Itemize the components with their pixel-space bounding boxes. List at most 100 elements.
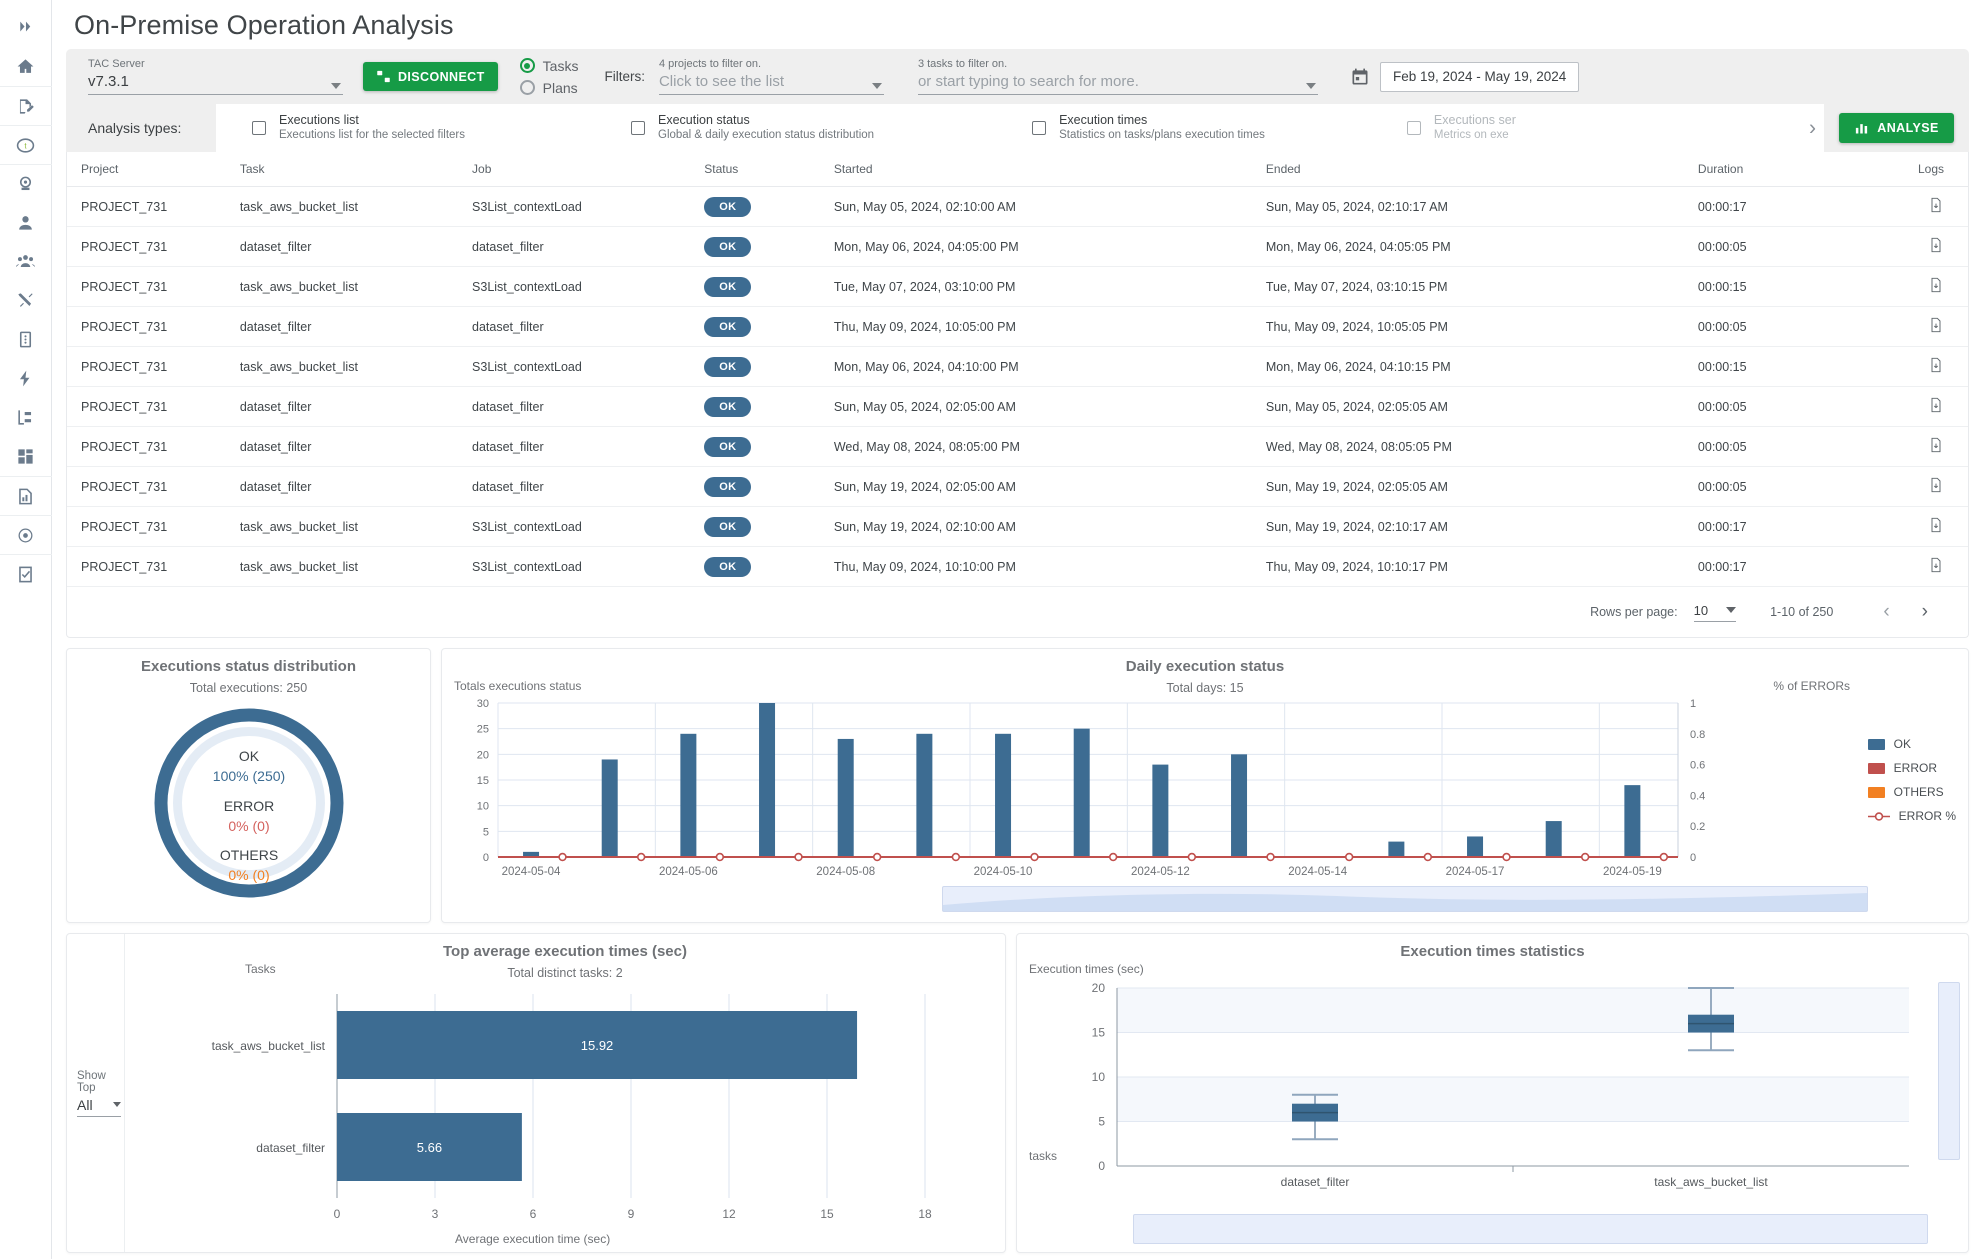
legend-swatch-ok: [1867, 738, 1885, 750]
cell-logs[interactable]: [1870, 346, 1968, 387]
analysis-card-executions-list[interactable]: Executions list Executions list for the …: [252, 113, 465, 143]
table-row[interactable]: PROJECT_731 task_aws_bucket_list S3List_co…: [67, 506, 1968, 547]
edit-document-icon[interactable]: [0, 86, 52, 125]
chevron-right-icon[interactable]: ›: [1809, 118, 1816, 139]
checkbox-execution-status[interactable]: [631, 121, 645, 135]
tac-server-input[interactable]: [88, 72, 343, 95]
target-gear-icon[interactable]: [0, 515, 52, 554]
download-log-icon[interactable]: [1928, 477, 1944, 497]
show-top-select[interactable]: All: [77, 1097, 121, 1117]
tasks-filter-field[interactable]: 3 tasks to filter on.: [917, 58, 1318, 95]
download-log-icon[interactable]: [1928, 517, 1944, 537]
users-group-icon[interactable]: [0, 242, 52, 281]
table-row[interactable]: PROJECT_731 dataset_filter dataset_filter O…: [67, 466, 1968, 507]
analysis-card-execution-status[interactable]: Execution status Global & daily executio…: [631, 113, 874, 143]
chevron-down-icon[interactable]: [1726, 607, 1737, 613]
cell-started: Wed, May 08, 2024, 08:05:00 PM: [833, 426, 1266, 467]
table-row[interactable]: PROJECT_731 task_aws_bucket_list S3List_co…: [67, 186, 1968, 227]
legend-item-others[interactable]: OTHERS: [1867, 785, 1956, 799]
hierarchy-icon[interactable]: [0, 398, 52, 437]
chevron-down-icon[interactable]: [331, 83, 341, 89]
stats-vertical-scrollbar[interactable]: [1938, 982, 1960, 1160]
status-badge: OK: [704, 516, 752, 537]
stats-horizontal-scrollbar[interactable]: [1133, 1214, 1928, 1244]
svg-text:5: 5: [483, 826, 489, 838]
download-log-icon[interactable]: [1928, 397, 1944, 417]
legend-item-ok[interactable]: OK: [1867, 737, 1956, 751]
checkbox-executions-series[interactable]: [1406, 121, 1421, 135]
cell-started: Sun, May 19, 2024, 02:10:00 AM: [833, 506, 1266, 547]
cell-logs[interactable]: [1870, 426, 1968, 467]
expand-icon[interactable]: [0, 8, 52, 47]
table-body: PROJECT_731 task_aws_bucket_list S3List_co…: [67, 186, 1968, 587]
chevron-down-icon[interactable]: [1305, 83, 1316, 89]
date-range-value[interactable]: Feb 19, 2024 - May 19, 2024: [1379, 61, 1580, 92]
table-row[interactable]: PROJECT_731 dataset_filter dataset_filter O…: [67, 306, 1968, 347]
table-row[interactable]: PROJECT_731 task_aws_bucket_list S3List_co…: [67, 546, 1968, 587]
cell-logs[interactable]: [1870, 546, 1968, 587]
analysis-card-executions-series[interactable]: Executions ser Metrics on exe: [1406, 113, 1516, 143]
home-icon[interactable]: [0, 47, 52, 86]
next-page-button[interactable]: ›: [1906, 601, 1944, 623]
daily-chart-scrollbar[interactable]: [942, 886, 1868, 912]
svg-text:10: 10: [477, 801, 489, 813]
radio-plans[interactable]: Plans: [519, 80, 579, 96]
analysis-card-execution-times[interactable]: Execution times Statistics on tasks/plan…: [1032, 113, 1265, 143]
disconnect-button[interactable]: DISCONNECT: [363, 62, 498, 91]
bolt-icon[interactable]: [0, 359, 52, 398]
svg-text:2024-05-19: 2024-05-19: [1603, 866, 1662, 878]
user-icon[interactable]: [0, 203, 52, 242]
radio-tasks-dot[interactable]: [519, 58, 535, 73]
download-log-icon[interactable]: [1928, 317, 1944, 337]
download-log-icon[interactable]: [1928, 557, 1944, 577]
daily-title: Daily execution status: [1125, 658, 1285, 675]
download-log-icon[interactable]: [1928, 357, 1944, 377]
checkbox-execution-times[interactable]: [1032, 121, 1047, 135]
legend-item-error[interactable]: ERROR: [1867, 761, 1956, 775]
date-range-field[interactable]: Feb 19, 2024 - May 19, 2024: [1350, 61, 1580, 92]
cell-logs[interactable]: [1870, 306, 1968, 347]
chevron-down-icon[interactable]: [871, 83, 882, 89]
svg-text:15: 15: [820, 1207, 834, 1221]
download-log-icon[interactable]: [1928, 197, 1944, 217]
cell-logs[interactable]: [1870, 186, 1968, 227]
badge-icon[interactable]: [0, 164, 52, 203]
daily-y2-axis-label: % of ERRORs: [1773, 679, 1850, 693]
legend-item-error-pct[interactable]: ERROR %: [1867, 809, 1956, 823]
radio-plans-dot[interactable]: [519, 80, 535, 95]
checklist-icon[interactable]: [0, 554, 52, 593]
cell-ended: Thu, May 09, 2024, 10:05:05 PM: [1265, 306, 1698, 347]
dashboard-grid-icon[interactable]: [0, 437, 52, 476]
charts-row: Executions status distribution Total exe…: [66, 648, 1969, 923]
table-row[interactable]: PROJECT_731 task_aws_bucket_list S3List_co…: [67, 266, 1968, 307]
checkbox-executions-list[interactable]: [252, 121, 266, 135]
cell-logs[interactable]: [1870, 506, 1968, 547]
cell-logs[interactable]: [1870, 386, 1968, 427]
show-top-control[interactable]: Show Top All: [67, 934, 125, 1252]
cell-logs[interactable]: [1870, 266, 1968, 307]
tasks-filter-input[interactable]: [917, 72, 1318, 95]
projects-filter-field[interactable]: 4 projects to filter on.: [658, 58, 884, 95]
cell-logs[interactable]: [1870, 226, 1968, 267]
rows-per-page-select[interactable]: 10: [1693, 603, 1737, 622]
tools-icon[interactable]: [0, 281, 52, 320]
prev-page-button[interactable]: ‹: [1867, 601, 1905, 623]
download-log-icon[interactable]: [1928, 237, 1944, 257]
download-log-icon[interactable]: [1928, 277, 1944, 297]
report-chart-icon[interactable]: [0, 476, 52, 515]
calendar-icon[interactable]: [1350, 67, 1370, 87]
cell-logs[interactable]: [1870, 466, 1968, 507]
projects-filter-input[interactable]: [658, 72, 884, 95]
table-row[interactable]: PROJECT_731 dataset_filter dataset_filter O…: [67, 226, 1968, 267]
server-icon[interactable]: [0, 320, 52, 359]
table-row[interactable]: PROJECT_731 task_aws_bucket_list S3List_co…: [67, 346, 1968, 387]
talend-logo-icon[interactable]: t: [0, 125, 52, 164]
chevron-down-icon[interactable]: [113, 1102, 121, 1107]
tac-server-field[interactable]: TAC Server: [88, 58, 343, 95]
download-log-icon[interactable]: [1928, 437, 1944, 457]
table-row[interactable]: PROJECT_731 dataset_filter dataset_filter O…: [67, 426, 1968, 467]
table-row[interactable]: PROJECT_731 dataset_filter dataset_filter O…: [67, 386, 1968, 427]
show-top-value: All: [77, 1096, 93, 1113]
analyse-button[interactable]: ANALYSE: [1839, 113, 1954, 143]
radio-tasks[interactable]: Tasks: [519, 58, 578, 74]
